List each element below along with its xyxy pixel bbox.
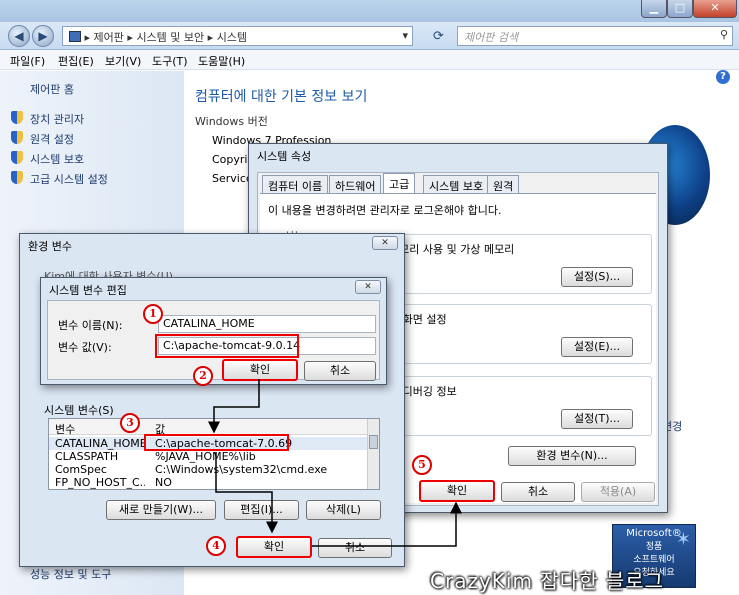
dialog-title: 환경 변수 (28, 240, 72, 253)
sysprops-apply-button[interactable]: 적용(A) (581, 482, 655, 502)
variable-name-label: 변수 이름(N): (58, 319, 123, 332)
row-name: CLASSPATH (55, 450, 119, 463)
address-toolbar: ◀ ▶ ▸ 제어판 ▸ 시스템 및 보안 ▸ 시스템 ▾ ⟳ 제어판 검색 ⚲ (0, 22, 739, 50)
new-variable-button[interactable]: 새로 만들기(W)... (106, 500, 216, 520)
table-row[interactable]: FP_NO_HOST_C... NO (49, 476, 367, 489)
search-input[interactable]: 제어판 검색 ⚲ (457, 26, 733, 46)
performance-tools-link[interactable]: 성능 정보 및 도구 (30, 566, 111, 582)
system-protection-link[interactable]: 시스템 보호 (30, 151, 84, 167)
uac-shield-icon (11, 131, 23, 144)
tab-remote[interactable]: 원격 (487, 175, 520, 193)
address-bar[interactable]: ▸ 제어판 ▸ 시스템 및 보안 ▸ 시스템 ▾ (62, 26, 413, 46)
row-name: CATALINA_HOME (55, 437, 147, 450)
edit-panel: 변수 이름(N): CATALINA_HOME 변수 값(V): C:\apac… (47, 300, 380, 381)
help-icon[interactable]: ? (716, 70, 730, 84)
row-name: ComSpec (55, 463, 107, 476)
menu-tools[interactable]: 도구(T) (152, 53, 188, 69)
sysprops-cancel-button[interactable]: 취소 (501, 482, 575, 502)
control-panel-icon (69, 31, 81, 42)
windows-edition-header: Windows 버전 (195, 115, 268, 128)
tab-advanced[interactable]: 고급 (383, 173, 416, 193)
system-vars-label: 시스템 변수(S) (44, 404, 114, 417)
list-scrollbar[interactable] (367, 419, 379, 489)
tab-system-protection[interactable]: 시스템 보호 (423, 175, 490, 193)
tab-strip: 컴퓨터 이름 하드웨어 고급 시스템 보호 원격 (262, 173, 642, 193)
delete-variable-button[interactable]: 삭제(L) (306, 500, 381, 520)
back-icon[interactable]: ◀ (8, 25, 30, 47)
edit-system-variable-dialog: 시스템 변수 편집 ✕ 변수 이름(N): CATALINA_HOME 변수 값… (40, 277, 387, 385)
tab-computer-name[interactable]: 컴퓨터 이름 (262, 175, 329, 193)
user-profile-settings-button[interactable]: 설정(E)... (561, 337, 633, 357)
edit-variable-button[interactable]: 편집(I)... (224, 500, 299, 520)
blog-watermark: CrazyKim 잡다한 블로그 (430, 569, 665, 593)
highlight-old-value (144, 434, 289, 451)
variable-name-input[interactable]: CATALINA_HOME (158, 315, 376, 333)
row-name: FP_NO_HOST_C... (55, 476, 145, 489)
envvars-ok-button[interactable]: 확인 (236, 536, 312, 558)
remote-settings-link[interactable]: 원격 설정 (30, 131, 74, 147)
window-titlebar: ▁ □ ✕ (0, 0, 739, 22)
system-vars-list[interactable]: 변수 값 CATALINA_HOME C:\apache-tomcat-7.0.… (48, 418, 380, 490)
close-icon[interactable]: ✕ (355, 280, 381, 294)
forward-icon[interactable]: ▶ (32, 25, 54, 47)
menu-bar: 파일(F) 편집(E) 보기(V) 도구(T) 도움말(H) (0, 50, 739, 70)
variable-value-label: 변수 값(V): (58, 341, 112, 354)
search-placeholder: 제어판 검색 (464, 31, 519, 44)
tab-hardware[interactable]: 하드웨어 (329, 175, 382, 193)
table-row[interactable]: ComSpec C:\Windows\system32\cmd.exe (49, 463, 367, 476)
editvar-cancel-button[interactable]: 취소 (304, 361, 376, 381)
uac-shield-icon (11, 111, 23, 124)
admin-note: 이 내용을 변경하려면 관리자로 로그온해야 합니다. (268, 204, 502, 217)
uac-shield-icon (11, 171, 23, 184)
row-value: NO (155, 476, 172, 489)
row-value: C:\Windows\system32\cmd.exe (155, 463, 328, 476)
breadcrumb-sep: ▸ (207, 31, 217, 44)
star-icon: ✶ (675, 529, 691, 550)
highlight-new-value (155, 334, 299, 358)
dialog-title: 시스템 변수 편집 (49, 284, 127, 297)
environment-variables-button[interactable]: 환경 변수(N)... (508, 446, 636, 466)
startup-recovery-settings-button[interactable]: 설정(T)... (561, 409, 633, 429)
service-pack-text: Service (212, 172, 253, 185)
close-button[interactable]: ✕ (693, 0, 737, 18)
column-variable[interactable]: 변수 (55, 421, 75, 437)
breadcrumb-sep: ▸ (84, 31, 94, 44)
address-dropdown-icon[interactable]: ▾ (402, 29, 408, 42)
step-marker-3: 3 (120, 413, 140, 433)
advanced-settings-link[interactable]: 고급 시스템 설정 (30, 171, 108, 187)
step-marker-2: 2 (193, 366, 213, 386)
performance-desc: 메모리 사용 및 가상 메모리 (389, 243, 515, 256)
minimize-button[interactable]: ▁ (641, 0, 667, 18)
breadcrumb-item[interactable]: 제어판 (94, 31, 124, 44)
control-panel-home-link[interactable]: 제어판 홈 (30, 81, 74, 97)
search-icon: ⚲ (719, 28, 728, 41)
menu-help[interactable]: 도움말(H) (198, 53, 245, 69)
menu-edit[interactable]: 편집(E) (58, 53, 94, 69)
uac-shield-icon (11, 151, 23, 164)
editvar-ok-button[interactable]: 확인 (222, 359, 298, 381)
step-marker-1: 1 (143, 304, 163, 324)
breadcrumb-item[interactable]: 시스템 (217, 31, 247, 44)
scroll-thumb[interactable] (369, 435, 378, 449)
sysprops-ok-button[interactable]: 확인 (419, 480, 495, 502)
maximize-button[interactable]: □ (667, 0, 693, 18)
menu-file[interactable]: 파일(F) (10, 53, 45, 69)
envvars-cancel-button[interactable]: 취소 (318, 538, 392, 558)
close-icon[interactable]: ✕ (372, 236, 398, 250)
step-marker-5: 5 (412, 455, 432, 475)
table-row[interactable]: CLASSPATH %JAVA_HOME%\lib (49, 450, 367, 463)
genuine-sub2: 소프트웨어 (633, 555, 675, 565)
page-title: 컴퓨터에 대한 기본 정보 보기 (195, 89, 368, 105)
dialog-title: 시스템 속성 (257, 150, 312, 163)
performance-settings-button[interactable]: 설정(S)... (561, 267, 633, 287)
refresh-icon[interactable]: ⟳ (433, 29, 444, 44)
breadcrumb-item[interactable]: 시스템 및 보안 (136, 31, 204, 44)
row-value: %JAVA_HOME%\lib (155, 450, 256, 463)
step-marker-4: 4 (206, 536, 226, 556)
device-manager-link[interactable]: 장치 관리자 (30, 111, 84, 127)
menu-view[interactable]: 보기(V) (105, 53, 141, 69)
list-header: 변수 값 (49, 419, 367, 437)
